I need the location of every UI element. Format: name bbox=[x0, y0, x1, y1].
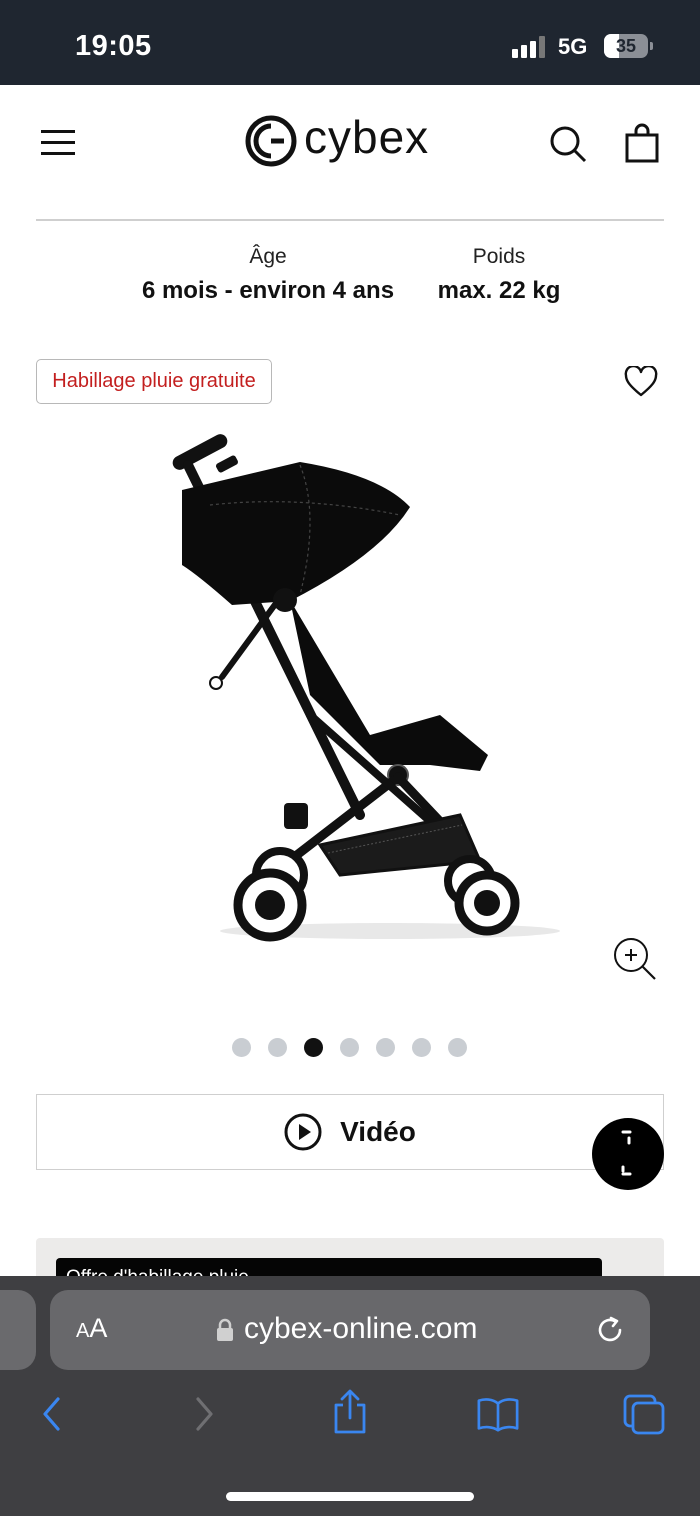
lock-icon bbox=[217, 1318, 233, 1341]
search-button[interactable] bbox=[546, 122, 590, 166]
text-size-small-a: A bbox=[76, 1320, 90, 1342]
age-label: Âge bbox=[249, 245, 287, 268]
chat-button[interactable] bbox=[592, 1118, 664, 1190]
video-label: Vidéo bbox=[340, 1116, 416, 1147]
shopping-bag-button[interactable] bbox=[620, 120, 664, 166]
share-button[interactable] bbox=[328, 1389, 372, 1434]
gallery-dot[interactable] bbox=[448, 1038, 467, 1057]
tabs-button[interactable] bbox=[622, 1392, 666, 1436]
battery-level: 35 bbox=[615, 36, 637, 56]
back-button[interactable] bbox=[30, 1392, 74, 1436]
gallery-dot[interactable] bbox=[268, 1038, 287, 1057]
status-time: 19:05 bbox=[75, 30, 152, 62]
zoom-button[interactable] bbox=[610, 934, 658, 982]
brand-name: cybex bbox=[304, 111, 430, 163]
age-spec: Âge 6 mois - environ 4 ans bbox=[130, 245, 406, 305]
book-icon bbox=[477, 1398, 519, 1432]
chat-icon bbox=[621, 1130, 632, 1176]
text-size-button[interactable]: AA bbox=[76, 1313, 107, 1344]
forward-button[interactable] bbox=[182, 1392, 226, 1436]
shopping-bag-icon bbox=[625, 123, 659, 163]
gallery-pagination bbox=[232, 1038, 472, 1058]
home-indicator bbox=[226, 1492, 474, 1501]
tabs-icon bbox=[623, 1394, 665, 1435]
age-value: 6 mois - environ 4 ans bbox=[141, 277, 395, 304]
video-button[interactable]: Vidéo bbox=[36, 1094, 664, 1170]
cellular-signal-icon bbox=[512, 36, 548, 58]
previous-tab-preview[interactable] bbox=[0, 1290, 36, 1370]
weight-spec: Poids max. 22 kg bbox=[424, 245, 574, 305]
battery-icon: 35 bbox=[604, 34, 648, 58]
search-icon bbox=[550, 126, 587, 163]
gallery-dot[interactable] bbox=[232, 1038, 251, 1057]
share-icon bbox=[334, 1389, 366, 1434]
reload-button[interactable] bbox=[590, 1310, 630, 1350]
reload-icon bbox=[598, 1316, 622, 1342]
status-bar: 19:05 5G 35 bbox=[0, 0, 700, 85]
menu-icon bbox=[41, 130, 75, 155]
wishlist-button[interactable] bbox=[620, 362, 662, 402]
url-text[interactable]: cybex-online.com bbox=[244, 1312, 477, 1346]
heart-icon bbox=[624, 366, 658, 397]
cybex-logo[interactable]: cybex bbox=[244, 108, 458, 174]
network-type: 5G bbox=[558, 34, 588, 59]
gallery-dot[interactable] bbox=[376, 1038, 395, 1057]
gallery-dot[interactable] bbox=[412, 1038, 431, 1057]
text-size-large-a: A bbox=[89, 1313, 108, 1343]
promo-badge: Habillage pluie gratuite bbox=[36, 359, 272, 404]
zoom-in-icon bbox=[614, 938, 656, 980]
gallery-dot[interactable] bbox=[340, 1038, 359, 1057]
chevron-right-icon bbox=[196, 1397, 213, 1431]
menu-button[interactable] bbox=[38, 122, 80, 164]
cybex-logo-mark-icon bbox=[245, 115, 297, 167]
weight-label: Poids bbox=[472, 245, 526, 268]
gallery-dot-active[interactable] bbox=[304, 1038, 323, 1057]
weight-value: max. 22 kg bbox=[437, 277, 561, 304]
bookmarks-button[interactable] bbox=[476, 1392, 520, 1436]
play-circle-icon bbox=[284, 1113, 322, 1151]
battery-cap bbox=[650, 42, 653, 50]
header-divider bbox=[36, 219, 664, 221]
chevron-left-icon bbox=[43, 1397, 60, 1431]
stroller-image[interactable] bbox=[150, 415, 570, 955]
